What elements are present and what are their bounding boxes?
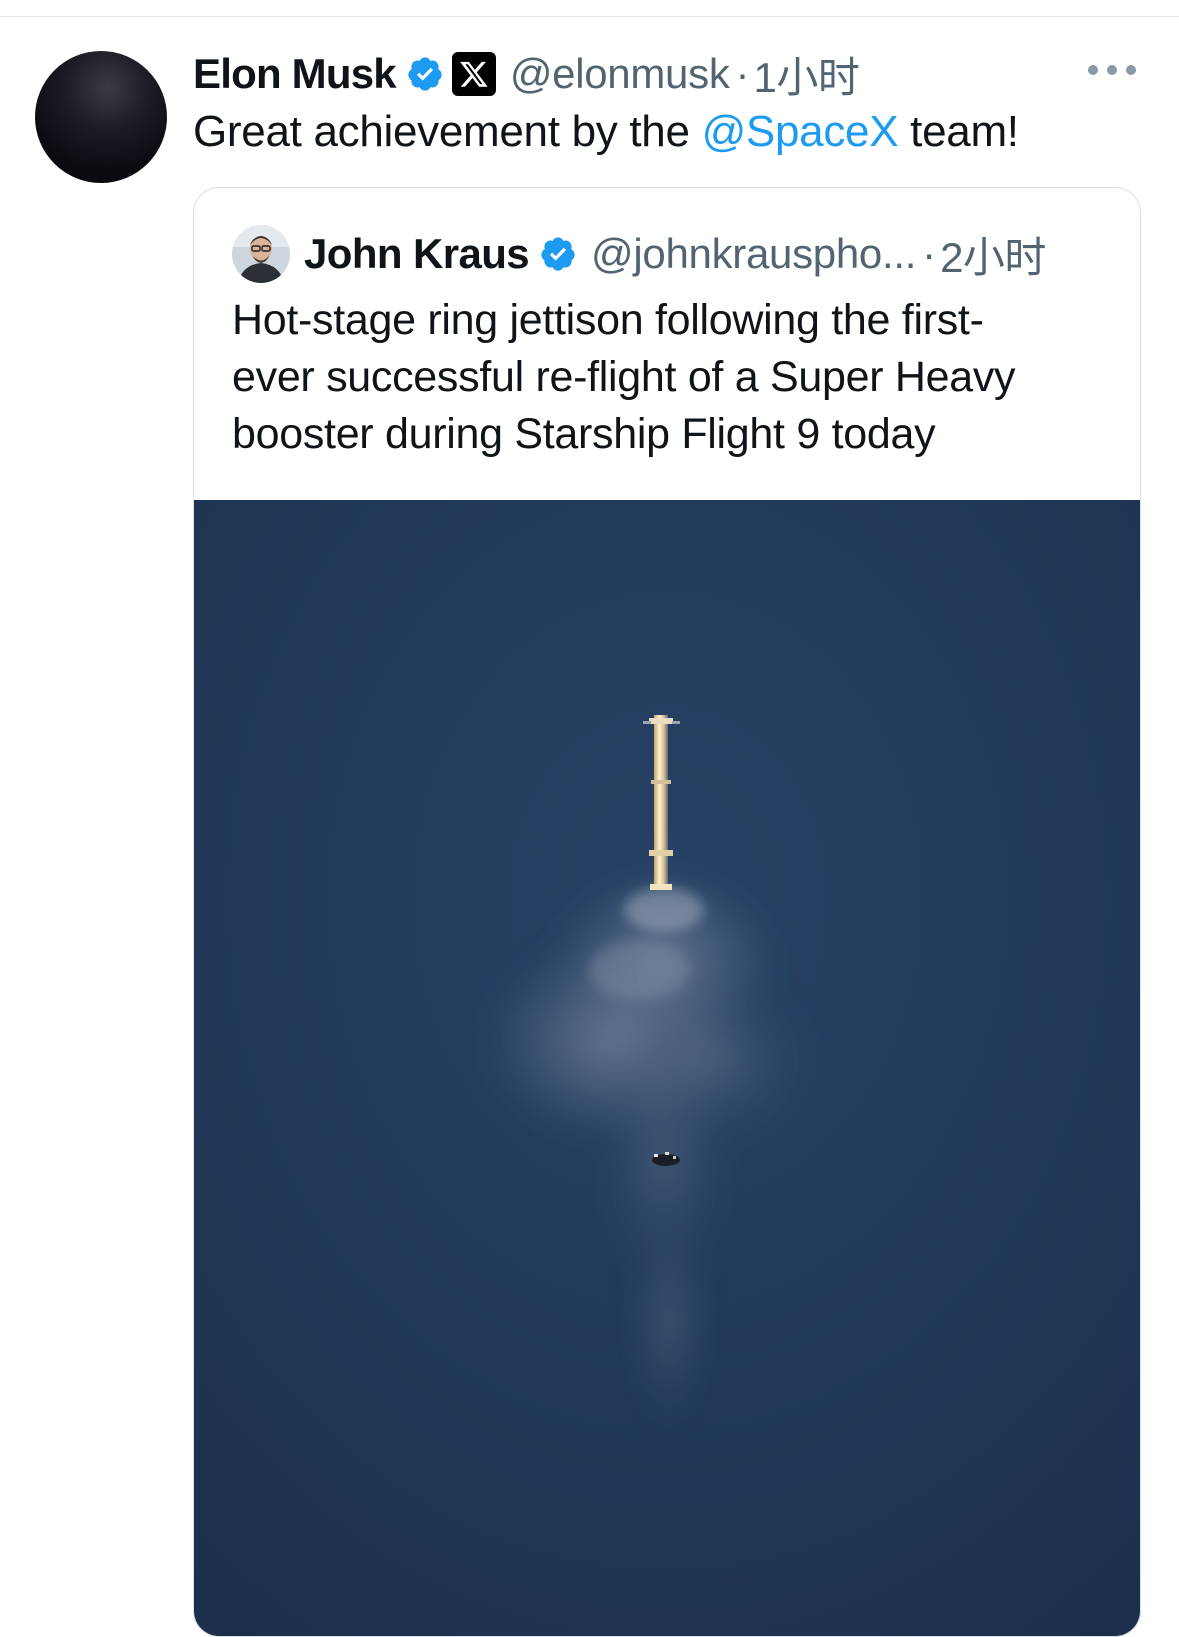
quoted-tweet-card[interactable]: John Kraus @johnkrauspho... · 2小时 Hot-st… (193, 187, 1141, 1637)
quoted-tweet-time[interactable]: 2小时 (940, 224, 1046, 285)
quoted-author-handle[interactable]: @johnkrauspho... (591, 230, 916, 278)
author-handle[interactable]: @elonmusk (510, 50, 730, 98)
tweet-text-end: team! (898, 107, 1019, 156)
quoted-tweet-header: John Kraus @johnkrauspho... · 2小时 (232, 224, 1046, 284)
rocket-photo[interactable] (194, 500, 1141, 1637)
more-dot (1088, 65, 1098, 75)
tweet-text: Great achievement by the @SpaceX team! (193, 104, 1019, 160)
quoted-text-line: ever successful re-flight of a Super Hea… (232, 353, 1016, 401)
verified-badge-icon (541, 237, 575, 271)
author-avatar[interactable] (35, 51, 167, 183)
tweet-text-start: Great achievement by the (193, 107, 702, 156)
quoted-text-line: booster during Starship Flight 9 today (232, 410, 936, 458)
tweet-header: Elon Musk @elonmusk · 1小时 (193, 44, 860, 105)
quoted-text-line: Hot-stage ring jettison following the fi… (232, 296, 984, 344)
author-name[interactable]: Elon Musk (193, 50, 397, 98)
more-dot (1107, 65, 1117, 75)
more-options-icon[interactable] (1088, 60, 1136, 80)
top-divider (0, 16, 1179, 17)
verified-badge-icon (408, 57, 442, 91)
separator-dot: · (735, 50, 750, 97)
spacex-mention-link[interactable]: @SpaceX (702, 107, 899, 156)
quoted-author-avatar[interactable] (232, 225, 290, 283)
more-dot (1126, 65, 1136, 75)
tweet-time[interactable]: 1小时 (754, 44, 860, 105)
quoted-tweet-text: Hot-stage ring jettison following the fi… (232, 292, 1112, 463)
quoted-author-name[interactable]: John Kraus (304, 230, 530, 278)
x-logo-icon[interactable] (451, 52, 496, 96)
separator-dot: · (922, 230, 937, 277)
